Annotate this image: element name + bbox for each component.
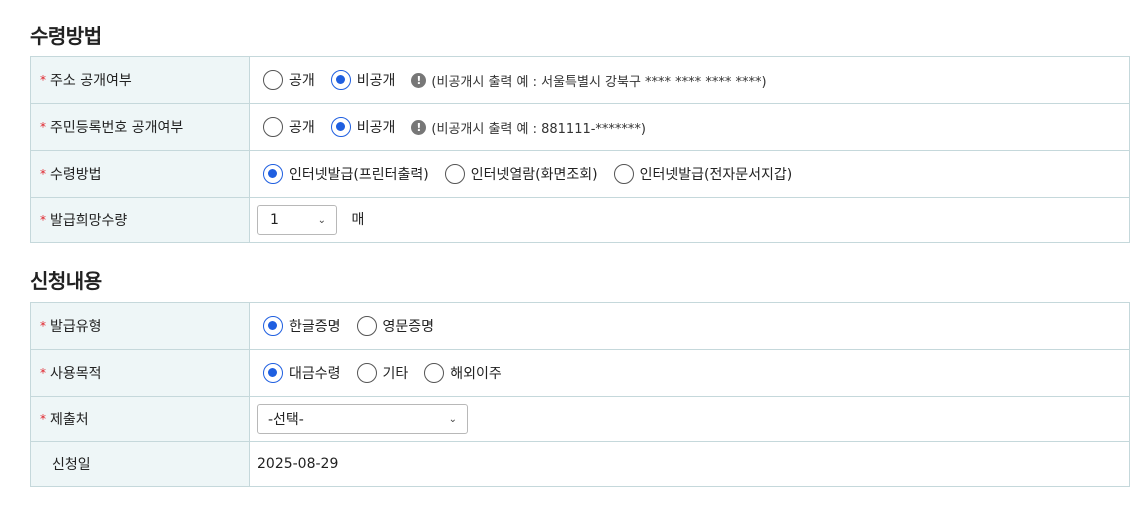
radio-unchecked-icon[interactable] bbox=[356, 316, 377, 336]
required-mark: * bbox=[40, 319, 46, 333]
method-view-radio[interactable]: 인터넷열람(화면조회) bbox=[444, 164, 598, 184]
radio-label: 영문증명 bbox=[382, 319, 435, 335]
purpose-row: * 사용목적 대금수령 기타 해외이주 bbox=[30, 349, 1130, 397]
type-korean-radio[interactable]: 한글증명 bbox=[263, 316, 341, 336]
receipt-method-label-cell: * 수령방법 bbox=[30, 150, 250, 198]
destination-label-cell: * 제출처 bbox=[30, 396, 250, 442]
method-wallet-radio[interactable]: 인터넷발급(전자문서지갑) bbox=[613, 164, 793, 184]
application-date-label: 신청일 bbox=[52, 457, 91, 473]
purpose-payment-radio[interactable]: 대금수령 bbox=[263, 363, 341, 383]
radio-label: 대금수령 bbox=[289, 366, 341, 382]
receipt-method-row: * 수령방법 인터넷발급(프린터출력) 인터넷열람(화면조회) 인터넷발급(전자문… bbox=[30, 150, 1130, 198]
receipt-form-table: * 주소 공개여부 공개 비공개 ! (비공개시 출력 예 : 서울특별시 강북구… bbox=[30, 56, 1130, 243]
rrn-hint-text: (비공개시 출력 예 : 881111-*******) bbox=[431, 121, 646, 137]
chevron-down-icon: ⌄ bbox=[448, 413, 457, 425]
radio-checked-icon[interactable] bbox=[263, 164, 283, 184]
radio-label: 공개 bbox=[289, 120, 315, 136]
destination-row: * 제출처 -선택- ⌄ bbox=[30, 396, 1130, 442]
purpose-label-cell: * 사용목적 bbox=[30, 349, 250, 397]
rrn-disclosure-radio-group: 공개 비공개 ! (비공개시 출력 예 : 881111-*******) bbox=[263, 117, 1129, 137]
destination-select-value: -선택- bbox=[268, 412, 304, 428]
required-mark: * bbox=[40, 120, 46, 134]
issue-type-row: * 발급유형 한글증명 영문증명 bbox=[30, 302, 1130, 350]
radio-unchecked-icon[interactable] bbox=[356, 363, 377, 383]
purpose-value-cell: 대금수령 기타 해외이주 bbox=[249, 349, 1130, 397]
type-english-radio[interactable]: 영문증명 bbox=[356, 316, 435, 336]
radio-checked-icon[interactable] bbox=[263, 363, 283, 383]
application-date-row: 신청일 2025-08-29 bbox=[30, 441, 1130, 487]
receipt-method-radio-group: 인터넷발급(프린터출력) 인터넷열람(화면조회) 인터넷발급(전자문서지갑) bbox=[263, 164, 1129, 184]
radio-label: 기타 bbox=[382, 366, 409, 382]
required-mark: * bbox=[40, 412, 46, 426]
section-title-application: 신청내용 bbox=[30, 269, 102, 293]
receipt-method-value-cell: 인터넷발급(프린터출력) 인터넷열람(화면조회) 인터넷발급(전자문서지갑) bbox=[249, 150, 1130, 198]
radio-label: 인터넷열람(화면조회) bbox=[470, 167, 598, 183]
radio-unchecked-icon[interactable] bbox=[613, 164, 634, 184]
quantity-select-value: 1 bbox=[270, 212, 279, 228]
address-hint-text: (비공개시 출력 예 : 서울특별시 강북구 **** **** **** **… bbox=[431, 74, 767, 90]
quantity-value-cell: 1 ⌄ 매 bbox=[249, 197, 1130, 243]
address-disclosure-row: * 주소 공개여부 공개 비공개 ! (비공개시 출력 예 : 서울특별시 강북구… bbox=[30, 56, 1130, 104]
radio-unchecked-icon[interactable] bbox=[263, 117, 283, 137]
radio-label: 비공개 bbox=[356, 120, 396, 136]
purpose-other-radio[interactable]: 기타 bbox=[356, 363, 409, 383]
rrn-disclosure-label-cell: * 주민등록번호 공개여부 bbox=[30, 103, 250, 151]
section-title-receipt: 수령방법 bbox=[30, 24, 102, 48]
destination-select[interactable]: -선택- ⌄ bbox=[257, 404, 468, 434]
chevron-down-icon: ⌄ bbox=[317, 214, 326, 226]
radio-label: 공개 bbox=[289, 73, 315, 89]
rrn-disclosure-value-cell: 공개 비공개 ! (비공개시 출력 예 : 881111-*******) bbox=[249, 103, 1130, 151]
quantity-select[interactable]: 1 ⌄ bbox=[257, 205, 337, 235]
rrn-private-radio[interactable]: 비공개 bbox=[330, 117, 396, 137]
info-icon: ! bbox=[411, 72, 427, 88]
purpose-label: 사용목적 bbox=[50, 366, 102, 382]
radio-checked-icon[interactable] bbox=[263, 316, 283, 336]
required-mark: * bbox=[40, 366, 46, 380]
quantity-unit: 매 bbox=[351, 212, 365, 228]
application-date-value-cell: 2025-08-29 bbox=[249, 441, 1130, 487]
purpose-emigration-radio[interactable]: 해외이주 bbox=[424, 363, 502, 383]
issue-type-label-cell: * 발급유형 bbox=[30, 302, 250, 350]
radio-checked-icon[interactable] bbox=[330, 117, 351, 137]
rrn-public-radio[interactable]: 공개 bbox=[263, 117, 315, 137]
address-disclosure-value-cell: 공개 비공개 ! (비공개시 출력 예 : 서울특별시 강북구 **** ***… bbox=[249, 56, 1130, 104]
destination-label: 제출처 bbox=[50, 412, 89, 428]
radio-label: 비공개 bbox=[356, 73, 396, 89]
required-mark: * bbox=[40, 167, 46, 181]
radio-label: 해외이주 bbox=[450, 366, 502, 382]
issue-type-value-cell: 한글증명 영문증명 bbox=[249, 302, 1130, 350]
required-mark: * bbox=[40, 213, 46, 227]
radio-unchecked-icon[interactable] bbox=[263, 70, 283, 90]
purpose-radio-group: 대금수령 기타 해외이주 bbox=[263, 363, 1129, 383]
radio-checked-icon[interactable] bbox=[330, 70, 351, 90]
quantity-label-cell: * 발급희망수량 bbox=[30, 197, 250, 243]
radio-unchecked-icon[interactable] bbox=[424, 363, 445, 383]
application-date-label-cell: 신청일 bbox=[30, 441, 250, 487]
info-icon: ! bbox=[411, 119, 427, 135]
issue-type-label: 발급유형 bbox=[50, 319, 102, 335]
address-public-radio[interactable]: 공개 bbox=[263, 70, 315, 90]
required-mark: * bbox=[40, 73, 46, 87]
issue-type-radio-group: 한글증명 영문증명 bbox=[263, 316, 1129, 336]
application-form-table: * 발급유형 한글증명 영문증명 * 사용목적 대금수령 기타 해외이주 * 제… bbox=[30, 302, 1130, 487]
address-disclosure-label-cell: * 주소 공개여부 bbox=[30, 56, 250, 104]
radio-label: 인터넷발급(전자문서지갑) bbox=[639, 167, 793, 183]
rrn-disclosure-row: * 주민등록번호 공개여부 공개 비공개 ! (비공개시 출력 예 : 88111… bbox=[30, 103, 1130, 151]
destination-value-cell: -선택- ⌄ bbox=[249, 396, 1130, 442]
radio-label: 인터넷발급(프린터출력) bbox=[289, 167, 429, 183]
rrn-disclosure-label: 주민등록번호 공개여부 bbox=[50, 120, 184, 136]
quantity-label: 발급희망수량 bbox=[50, 213, 128, 229]
address-disclosure-label: 주소 공개여부 bbox=[50, 73, 132, 89]
quantity-row: * 발급희망수량 1 ⌄ 매 bbox=[30, 197, 1130, 243]
method-print-radio[interactable]: 인터넷발급(프린터출력) bbox=[263, 164, 429, 184]
radio-label: 한글증명 bbox=[289, 319, 341, 335]
address-disclosure-radio-group: 공개 비공개 ! (비공개시 출력 예 : 서울특별시 강북구 **** ***… bbox=[263, 70, 1129, 90]
receipt-method-label: 수령방법 bbox=[50, 167, 102, 183]
radio-unchecked-icon[interactable] bbox=[444, 164, 465, 184]
application-date-value: 2025-08-29 bbox=[257, 456, 339, 472]
address-private-radio[interactable]: 비공개 bbox=[330, 70, 396, 90]
